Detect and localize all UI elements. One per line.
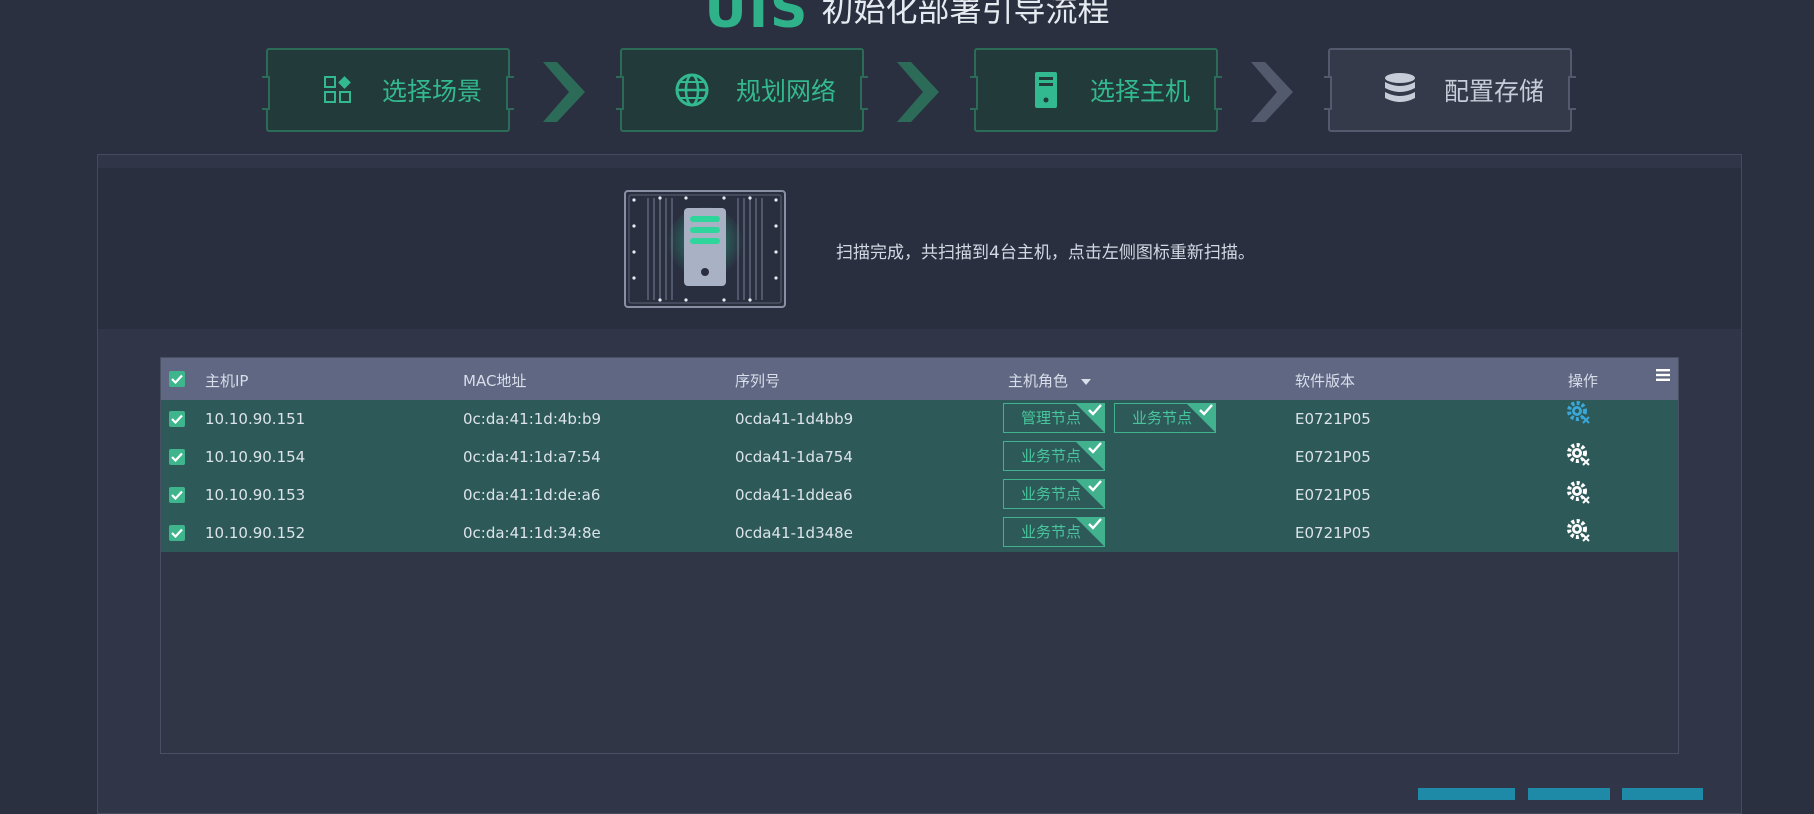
row-checkbox[interactable] <box>169 487 185 503</box>
check-icon <box>1088 404 1102 416</box>
step-select-scene[interactable]: 选择场景 <box>262 48 514 132</box>
table-header: 主机IP MAC地址 序列号 主机角色 软件版本 操作 <box>161 358 1678 400</box>
header-ip: 主机IP <box>205 372 249 390</box>
step-label: 配置存储 <box>1444 77 1545 106</box>
step-arrow-icon <box>897 62 939 122</box>
scan-status-area: 扫描完成，共扫描到4台主机，点击左侧图标重新扫描。 <box>98 168 1741 329</box>
row-checkbox[interactable] <box>169 449 185 465</box>
column-menu-icon[interactable] <box>1655 368 1671 382</box>
cell-mac: 0c:da:41:1d:a7:54 <box>463 448 601 466</box>
table-row[interactable]: 10.10.90.154 0c:da:41:1d:a7:54 0cda41-1d… <box>161 438 1678 476</box>
table-row[interactable]: 10.10.90.151 0c:da:41:1d:4b:b9 0cda41-1d… <box>161 400 1678 438</box>
step-label: 选择场景 <box>382 77 483 106</box>
footer-button-prev[interactable] <box>1418 788 1515 800</box>
step-label: 选择主机 <box>1090 77 1191 106</box>
page-title: UIS 初始化部署引导流程 <box>0 0 1814 40</box>
header-role-label: 主机角色 <box>1008 372 1069 390</box>
step-select-host[interactable]: 选择主机 <box>970 48 1222 132</box>
row-checkbox[interactable] <box>169 411 185 427</box>
scan-message: 扫描完成，共扫描到4台主机，点击左侧图标重新扫描。 <box>836 243 1255 263</box>
table-row[interactable]: 10.10.90.152 0c:da:41:1d:34:8e 0cda41-1d… <box>161 514 1678 552</box>
role-tag-business[interactable]: 业务节点 <box>1003 517 1105 547</box>
cell-mac: 0c:da:41:1d:de:a6 <box>463 486 601 504</box>
cell-version: E0721P05 <box>1295 448 1371 466</box>
step-label: 规划网络 <box>736 77 837 106</box>
select-all-checkbox[interactable] <box>169 371 185 387</box>
role-tag-label: 业务节点 <box>1021 485 1082 503</box>
caret-down-icon <box>1080 378 1091 385</box>
gear-white-icon[interactable] <box>1566 480 1592 506</box>
row-checkbox[interactable] <box>169 525 185 541</box>
cell-version: E0721P05 <box>1295 524 1371 542</box>
role-tag-label: 业务节点 <box>1021 447 1082 465</box>
step-arrow-icon <box>543 62 585 122</box>
role-tag-label: 管理节点 <box>1021 409 1082 427</box>
globe-icon <box>672 70 712 110</box>
cell-serial: 0cda41-1d4bb9 <box>735 410 854 428</box>
cell-ip: 10.10.90.152 <box>205 524 306 542</box>
cell-ip: 10.10.90.154 <box>205 448 306 466</box>
host-table: 主机IP MAC地址 序列号 主机角色 软件版本 操作 10.10.90.151… <box>160 357 1679 754</box>
check-icon <box>1088 442 1102 454</box>
header-mac: MAC地址 <box>463 372 527 390</box>
role-tag-business[interactable]: 业务节点 <box>1003 441 1105 471</box>
gear-white-icon[interactable] <box>1566 518 1592 544</box>
server-icon <box>1026 70 1066 110</box>
step-arrow-icon <box>1251 62 1293 122</box>
title-text: 初始化部署引导流程 <box>821 0 1110 29</box>
step-plan-network[interactable]: 规划网络 <box>616 48 868 132</box>
role-tag-business[interactable]: 业务节点 <box>1114 403 1216 433</box>
cell-serial: 0cda41-1ddea6 <box>735 486 853 504</box>
scene-grid-icon <box>318 70 358 110</box>
gear-white-icon[interactable] <box>1566 442 1592 468</box>
role-tag-management[interactable]: 管理节点 <box>1003 403 1105 433</box>
cell-version: E0721P05 <box>1295 410 1371 428</box>
server-scan-icon[interactable] <box>624 190 786 308</box>
role-tag-label: 业务节点 <box>1021 523 1082 541</box>
role-tag-label: 业务节点 <box>1132 409 1193 427</box>
check-icon <box>1088 480 1102 492</box>
gear-blue-icon[interactable] <box>1566 400 1592 426</box>
cell-version: E0721P05 <box>1295 486 1371 504</box>
host-selection-panel: 扫描完成，共扫描到4台主机，点击左侧图标重新扫描。 主机IP MAC地址 序列号… <box>97 154 1742 814</box>
wizard-steps: 选择场景 规划网络 选择主机 配置存储 <box>0 48 1814 136</box>
cell-serial: 0cda41-1da754 <box>735 448 853 466</box>
check-icon <box>1088 518 1102 530</box>
step-config-storage[interactable]: 配置存储 <box>1324 48 1576 132</box>
cell-ip: 10.10.90.151 <box>205 410 306 428</box>
check-icon <box>1199 404 1213 416</box>
cell-ip: 10.10.90.153 <box>205 486 306 504</box>
cell-mac: 0c:da:41:1d:34:8e <box>463 524 601 542</box>
header-role[interactable]: 主机角色 <box>1008 370 1091 391</box>
role-tag-business[interactable]: 业务节点 <box>1003 479 1105 509</box>
database-icon <box>1380 70 1420 110</box>
header-version: 软件版本 <box>1295 372 1356 390</box>
header-serial: 序列号 <box>735 372 781 390</box>
product-logo: UIS <box>704 0 810 40</box>
footer-button-cancel[interactable] <box>1622 788 1703 800</box>
header-ops: 操作 <box>1568 372 1599 390</box>
cell-serial: 0cda41-1d348e <box>735 524 853 542</box>
cell-mac: 0c:da:41:1d:4b:b9 <box>463 410 602 428</box>
table-row[interactable]: 10.10.90.153 0c:da:41:1d:de:a6 0cda41-1d… <box>161 476 1678 514</box>
footer-button-next[interactable] <box>1528 788 1610 800</box>
